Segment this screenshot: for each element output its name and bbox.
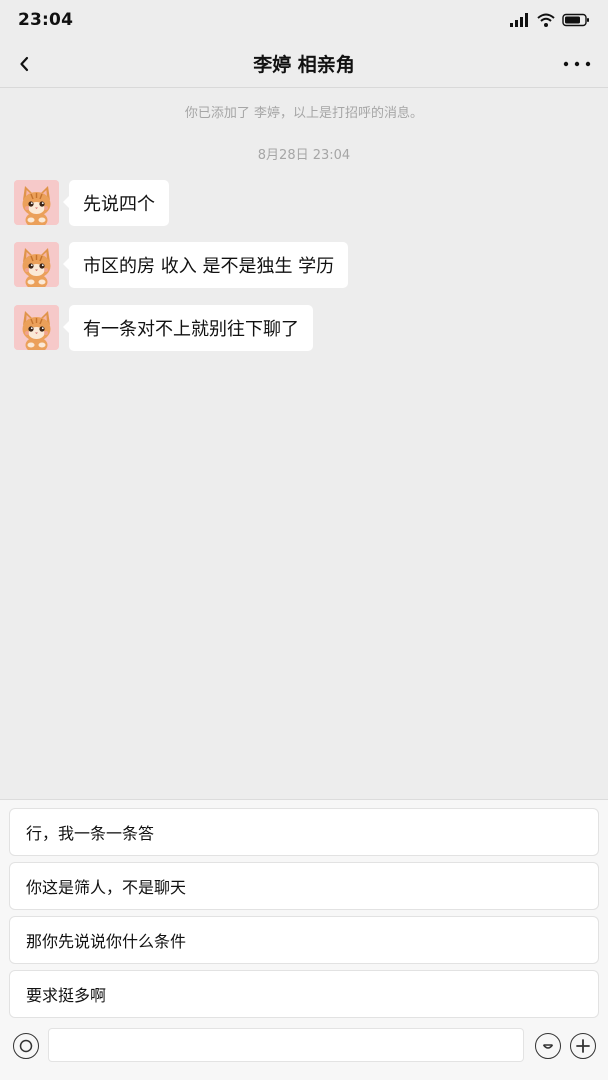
- status-time: 23:04: [18, 10, 74, 30]
- more-button[interactable]: [560, 52, 594, 76]
- more-functions-button[interactable]: [570, 1033, 596, 1059]
- avatar[interactable]: [14, 242, 59, 287]
- message-bubble[interactable]: 先说四个: [63, 180, 169, 226]
- emoji-icon: [542, 1044, 554, 1049]
- message-input[interactable]: [48, 1028, 524, 1062]
- signal-icon: [510, 13, 528, 27]
- message-row: 先说四个: [14, 180, 169, 226]
- cat-avatar-icon: [14, 305, 59, 350]
- voice-button[interactable]: [13, 1033, 39, 1059]
- message-row: 有一条对不上就别往下聊了: [14, 305, 313, 351]
- suggested-reply[interactable]: 行，我一条一条答: [9, 808, 599, 856]
- status-icons: [510, 13, 590, 27]
- chat-title: 李婷 相亲角: [253, 54, 355, 76]
- plus-icon: [576, 1039, 590, 1053]
- back-button[interactable]: [14, 52, 34, 76]
- back-chevron-icon: [20, 56, 29, 72]
- message-row: 市区的房 收入 是不是独生 学历: [14, 242, 349, 288]
- cat-avatar-icon: [14, 242, 59, 287]
- avatar[interactable]: [14, 305, 59, 350]
- system-note: 你已添加了 李婷，以上是打招呼的消息。: [184, 106, 424, 121]
- nav-bar: 李婷 相亲角: [0, 40, 608, 88]
- suggested-reply[interactable]: 那你先说说你什么条件: [9, 916, 599, 964]
- battery-icon: [562, 13, 589, 27]
- suggested-reply[interactable]: 你这是筛人，不是聊天: [9, 862, 599, 910]
- emoji-button[interactable]: [535, 1033, 561, 1059]
- message-timestamp: 8月28日 23:04: [257, 148, 351, 163]
- suggested-reply[interactable]: 要求挺多啊: [9, 970, 599, 1018]
- avatar[interactable]: [14, 180, 59, 225]
- status-bar: 23:04: [0, 0, 608, 40]
- voice-icon: [19, 1039, 33, 1053]
- more-dots-icon: [563, 61, 591, 67]
- message-bubble[interactable]: 有一条对不上就别往下聊了: [63, 305, 313, 351]
- input-bar: [0, 1024, 608, 1068]
- cat-avatar-icon: [14, 180, 59, 225]
- message-bubble[interactable]: 市区的房 收入 是不是独生 学历: [62, 242, 349, 288]
- wifi-icon: [537, 13, 555, 27]
